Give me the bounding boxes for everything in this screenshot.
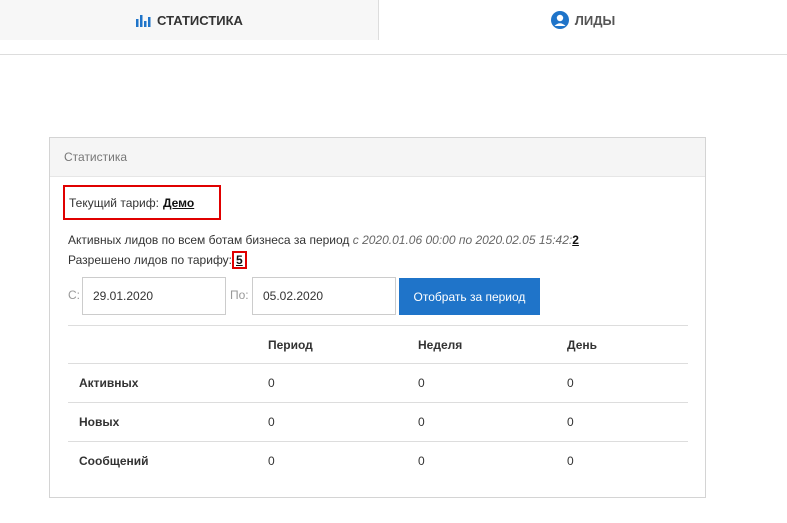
stats-table: Период Неделя День Активных 0 0 0 Новых … bbox=[68, 325, 688, 481]
date-from-label: С: bbox=[68, 288, 80, 302]
table-header-day: День bbox=[567, 325, 688, 364]
table-row: Сообщений 0 0 0 bbox=[68, 442, 688, 481]
current-tariff: Текущий тариф: Демо bbox=[63, 185, 221, 220]
active-leads-period: с 2020.01.06 00:00 по 2020.02.05 15:42: bbox=[352, 233, 573, 247]
row-label: Активных bbox=[68, 363, 268, 403]
table-header-row: Период Неделя День bbox=[68, 325, 688, 364]
active-leads-count: 2 bbox=[572, 233, 579, 247]
row-label: Новых bbox=[68, 402, 268, 442]
active-leads-text: Активных лидов по всем ботам бизнеса за … bbox=[68, 233, 350, 247]
statistics-panel: Статистика Текущий тариф: Демо Активных … bbox=[49, 137, 706, 498]
cell-week: 0 bbox=[418, 363, 567, 403]
cell-period: 0 bbox=[268, 454, 275, 469]
tab-leads-label: ЛИДЫ bbox=[574, 12, 616, 28]
tab-statistics-label: СТАТИСТИКА bbox=[157, 12, 243, 28]
cell-period: 0 bbox=[268, 363, 418, 403]
allowed-leads-count: 5 bbox=[232, 251, 247, 269]
table-header-period: Период bbox=[268, 325, 418, 364]
divider bbox=[0, 54, 787, 55]
cell-week: 0 bbox=[418, 454, 425, 469]
tab-statistics[interactable]: СТАТИСТИКА bbox=[0, 0, 379, 40]
cell-day: 0 bbox=[567, 454, 574, 469]
tab-leads[interactable]: ЛИДЫ bbox=[379, 0, 787, 40]
cell-day: 0 bbox=[567, 363, 688, 403]
cell-day: 0 bbox=[567, 402, 688, 442]
table-header-empty bbox=[68, 325, 268, 364]
table-row: Новых 0 0 0 bbox=[68, 402, 688, 442]
active-leads-info: Активных лидов по всем ботам бизнеса за … bbox=[68, 233, 579, 247]
tariff-label: Текущий тариф: bbox=[69, 195, 159, 210]
filter-period-button[interactable]: Отобрать за период bbox=[399, 278, 540, 315]
cell-period: 0 bbox=[268, 402, 418, 442]
table-row: Активных 0 0 0 bbox=[68, 363, 688, 403]
cell-week: 0 bbox=[418, 402, 567, 442]
table-header-week: Неделя bbox=[418, 325, 567, 364]
tab-bar: СТАТИСТИКА ЛИДЫ bbox=[0, 0, 787, 40]
bar-chart-icon bbox=[135, 13, 151, 27]
date-to-label: По: bbox=[230, 288, 249, 302]
row-label: Сообщений bbox=[79, 454, 149, 469]
panel-heading: Статистика bbox=[50, 138, 705, 177]
user-circle-icon bbox=[550, 11, 569, 29]
date-to-input[interactable] bbox=[252, 277, 396, 315]
date-from-input[interactable] bbox=[82, 277, 226, 315]
allowed-leads-text: Разрешено лидов по тарифу: bbox=[68, 253, 233, 267]
allowed-leads-info: Разрешено лидов по тарифу: 5 bbox=[68, 251, 247, 269]
tariff-value: Демо bbox=[162, 195, 195, 210]
